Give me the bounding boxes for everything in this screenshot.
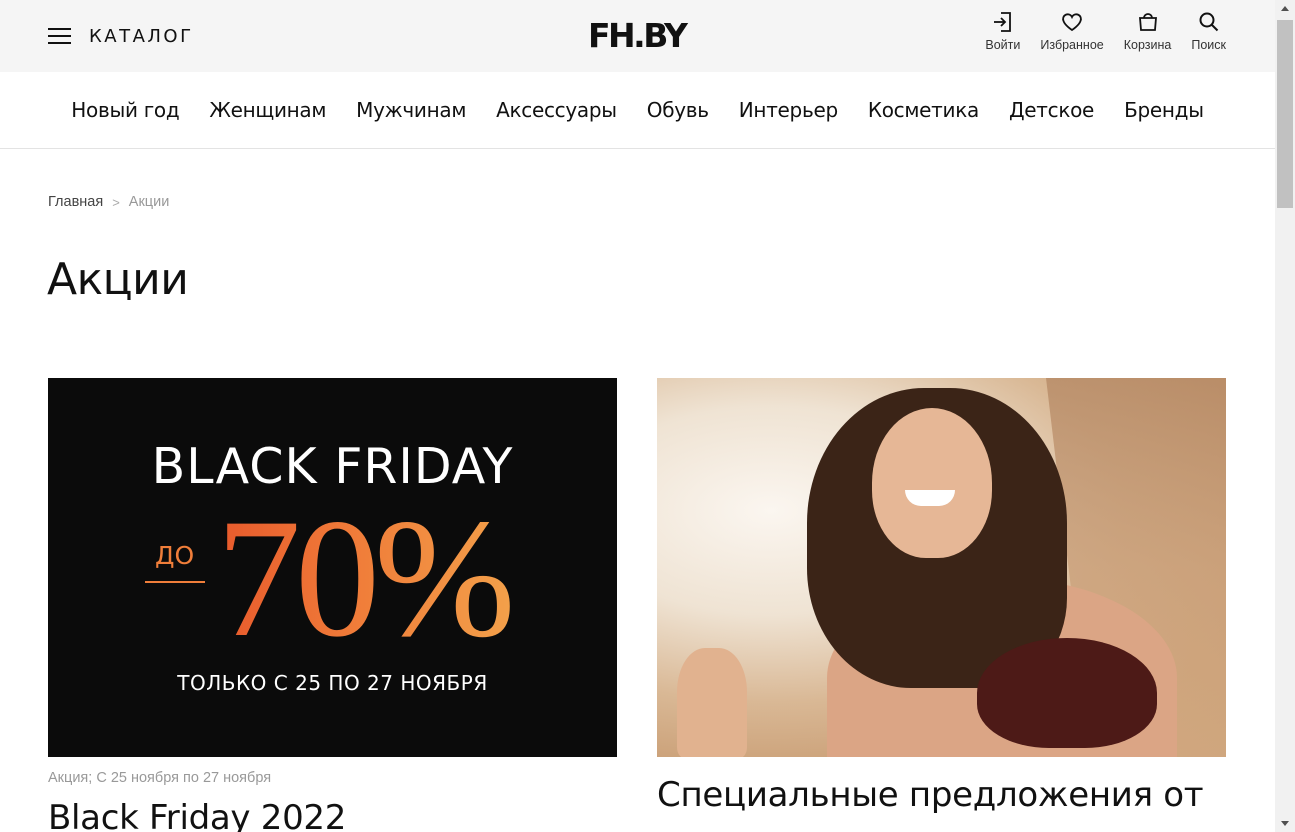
scroll-down-arrow-icon[interactable] bbox=[1281, 821, 1289, 826]
banner-dates: ТОЛЬКО С 25 ПО 27 НОЯБРЯ bbox=[177, 671, 488, 695]
search-label: Поиск bbox=[1191, 38, 1226, 52]
login-button[interactable]: Войти bbox=[985, 10, 1020, 52]
banner-prefix: ДО bbox=[155, 541, 195, 570]
scroll-thumb[interactable] bbox=[1277, 20, 1293, 208]
banner-divider bbox=[145, 581, 205, 583]
promo-photo[interactable] bbox=[657, 378, 1226, 757]
promo-title[interactable]: Специальные предложения от bbox=[657, 775, 1226, 815]
promo-meta: Акция; С 25 ноября по 27 ноября bbox=[48, 770, 272, 786]
login-label: Войти bbox=[985, 38, 1021, 52]
page-title: Акции bbox=[47, 254, 189, 305]
search-button[interactable]: Поиск bbox=[1191, 10, 1226, 52]
favorites-button[interactable]: Избранное bbox=[1040, 10, 1104, 52]
top-header: КАТАЛОГ FH.BY Войти Избранное Корзина По… bbox=[0, 0, 1275, 72]
search-icon bbox=[1199, 12, 1218, 32]
cart-label: Корзина bbox=[1123, 38, 1172, 52]
nav-item-men[interactable]: Мужчинам bbox=[356, 98, 466, 122]
photo-hand bbox=[677, 648, 747, 757]
heart-icon bbox=[1062, 13, 1082, 32]
photo-face bbox=[872, 408, 992, 558]
nav-item-cosmetics[interactable]: Косметика bbox=[868, 98, 979, 122]
chevron-right-icon: > bbox=[112, 194, 120, 210]
cart-button[interactable]: Корзина bbox=[1123, 10, 1172, 52]
breadcrumb-current: Акции bbox=[128, 194, 170, 210]
catalog-label: КАТАЛОГ bbox=[89, 25, 194, 47]
nav-item-new-year[interactable]: Новый год bbox=[71, 98, 179, 122]
breadcrumb-home[interactable]: Главная bbox=[48, 194, 103, 210]
scroll-up-arrow-icon[interactable] bbox=[1281, 6, 1289, 11]
nav-item-women[interactable]: Женщинам bbox=[209, 98, 326, 122]
promo-card[interactable]: BLACK FRIDAY ДО 70% ТОЛЬКО С 25 ПО 27 НО… bbox=[48, 378, 617, 832]
favorites-label: Избранное bbox=[1040, 38, 1104, 52]
nav-item-interior[interactable]: Интерьер bbox=[739, 98, 838, 122]
banner-discount: 70% bbox=[216, 484, 516, 672]
page-scrollbar[interactable] bbox=[1275, 0, 1295, 832]
hamburger-icon bbox=[48, 28, 71, 44]
bag-icon bbox=[1138, 13, 1157, 31]
promo-card[interactable]: Специальные предложения от bbox=[657, 378, 1226, 815]
category-nav: Новый год Женщинам Мужчинам Аксессуары О… bbox=[0, 72, 1275, 149]
breadcrumb: Главная > Акции bbox=[48, 194, 169, 210]
black-friday-banner[interactable]: BLACK FRIDAY ДО 70% ТОЛЬКО С 25 ПО 27 НО… bbox=[48, 378, 617, 757]
promo-title[interactable]: Black Friday 2022 bbox=[48, 798, 617, 832]
nav-item-brands[interactable]: Бренды bbox=[1124, 98, 1204, 122]
photo-lingerie bbox=[977, 638, 1157, 748]
site-logo[interactable]: FH.BY bbox=[588, 16, 688, 56]
login-icon bbox=[993, 12, 1011, 32]
nav-item-kids[interactable]: Детское bbox=[1009, 98, 1094, 122]
nav-item-shoes[interactable]: Обувь bbox=[647, 98, 709, 122]
nav-item-accessories[interactable]: Аксессуары bbox=[496, 98, 617, 122]
header-actions: Войти Избранное Корзина Поиск bbox=[985, 10, 1226, 52]
catalog-menu-button[interactable]: КАТАЛОГ bbox=[48, 22, 194, 50]
